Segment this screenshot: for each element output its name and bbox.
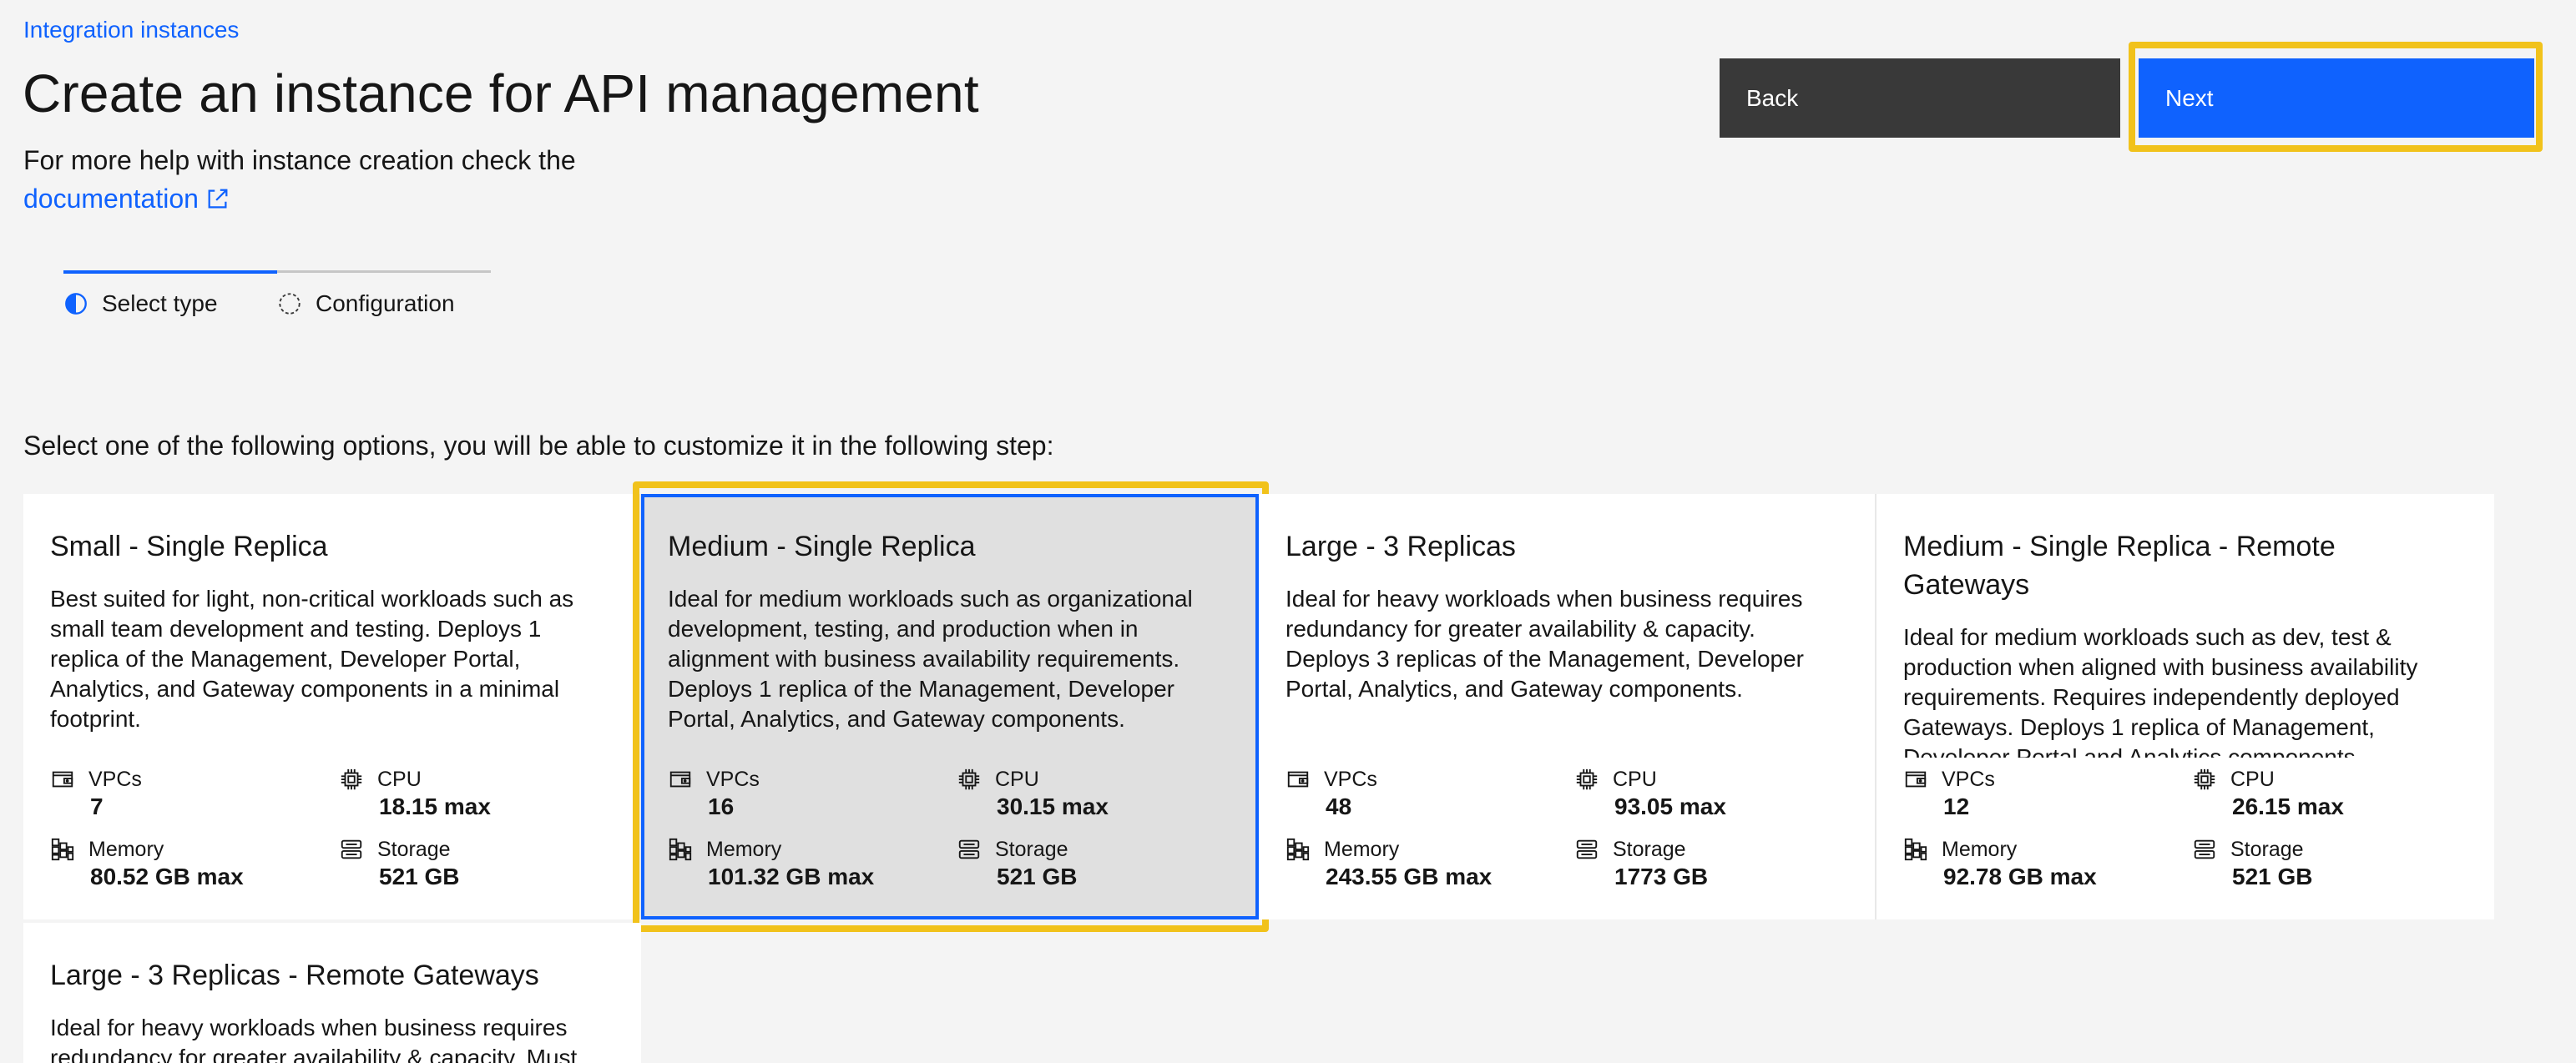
metric-storage: Storage 521 GB	[339, 836, 589, 891]
intro-text: Select one of the following options, you…	[23, 431, 1054, 461]
tile-description: Best suited for light, non-critical work…	[50, 586, 574, 732]
metric-storage: Storage 521 GB	[957, 836, 1207, 891]
metric-cpu: CPU 26.15 max	[2192, 766, 2442, 821]
memory-icon	[50, 837, 75, 862]
metric-label: VPCs	[1942, 768, 1995, 791]
step-label: Configuration	[316, 290, 455, 316]
metric-label: CPU	[1613, 768, 1657, 791]
metric-value: 30.15 max	[997, 793, 1109, 819]
metric-value: 243.55 GB max	[1326, 864, 1493, 889]
tile-medium-single-replica[interactable]: Medium - Single Replica Ideal for medium…	[641, 494, 1259, 919]
metric-label: CPU	[377, 768, 422, 791]
back-button-label: Back	[1746, 84, 1799, 111]
metric-label: Memory	[1942, 838, 2018, 861]
metric-label: Memory	[88, 838, 164, 861]
progress-fill	[63, 270, 277, 274]
documentation-link-label: documentation	[23, 184, 199, 214]
metric-label: CPU	[2230, 768, 2275, 791]
metric-vpcs: VPCs 16	[668, 766, 918, 821]
memory-icon	[1903, 837, 1928, 862]
metric-memory: Memory 243.55 GB max	[1285, 836, 1536, 891]
launch-icon	[205, 186, 230, 211]
dashed-circle-icon	[277, 291, 302, 316]
metric-label: VPCs	[1324, 768, 1377, 791]
metric-label: Storage	[995, 838, 1068, 861]
metric-value: 12	[1943, 793, 1970, 819]
metric-value: 101.32 GB max	[708, 864, 875, 889]
metric-memory: Memory 101.32 GB max	[668, 836, 918, 891]
next-button-label: Next	[2165, 84, 2214, 111]
breadcrumb-integration-instances[interactable]: Integration instances	[23, 15, 239, 45]
tile-title: Medium - Single Replica - Remote Gateway…	[1903, 531, 2336, 601]
documentation-link[interactable]: documentation	[23, 182, 230, 215]
metric-storage: Storage 1773 GB	[1574, 836, 1825, 891]
metric-label: Storage	[1613, 838, 1686, 861]
metric-label: VPCs	[706, 768, 760, 791]
incomplete-half-icon	[63, 291, 88, 316]
step-label: Select type	[102, 290, 218, 316]
memory-icon	[1285, 837, 1311, 862]
tile-small-single-replica[interactable]: Small - Single Replica Best suited for l…	[23, 494, 641, 919]
next-button[interactable]: Next	[2139, 58, 2534, 138]
storage-icon	[339, 837, 364, 862]
metric-label: Storage	[377, 838, 451, 861]
tile-title: Medium - Single Replica	[668, 531, 976, 562]
metric-value: 92.78 GB max	[1943, 864, 2097, 889]
metric-value: 1773 GB	[1614, 864, 1709, 889]
wallet-icon	[668, 767, 693, 792]
wallet-icon	[1903, 767, 1928, 792]
metric-value: 93.05 max	[1614, 793, 1726, 819]
metric-value: 18.15 max	[379, 793, 491, 819]
tile-large-3-replicas-remote-gateways[interactable]: Large - 3 Replicas - Remote Gateways Ide…	[23, 923, 641, 1063]
metric-label: CPU	[995, 768, 1039, 791]
metric-cpu: CPU 30.15 max	[957, 766, 1207, 821]
storage-icon	[1574, 837, 1599, 862]
tile-medium-single-replica-remote-gateways[interactable]: Medium - Single Replica - Remote Gateway…	[1876, 494, 2494, 919]
page-title: Create an instance for API management	[23, 63, 979, 123]
wallet-icon	[50, 767, 75, 792]
metric-value: 7	[90, 793, 104, 819]
tile-title: Large - 3 Replicas - Remote Gateways	[50, 960, 539, 991]
metric-memory: Memory 80.52 GB max	[50, 836, 301, 891]
metric-cpu: CPU 93.05 max	[1574, 766, 1825, 821]
metric-vpcs: VPCs 7	[50, 766, 301, 821]
metric-label: VPCs	[88, 768, 142, 791]
metric-value: 16	[708, 793, 735, 819]
chip-icon	[2192, 767, 2217, 792]
metric-label: Memory	[706, 838, 782, 861]
wallet-icon	[1285, 767, 1311, 792]
memory-icon	[668, 837, 693, 862]
metric-vpcs: VPCs 12	[1903, 766, 2154, 821]
tile-description: Ideal for medium workloads such as organ…	[668, 586, 1193, 732]
back-button[interactable]: Back	[1720, 58, 2120, 138]
help-text: For more help with instance creation che…	[23, 145, 576, 175]
metric-label: Storage	[2230, 838, 2304, 861]
metric-vpcs: VPCs 48	[1285, 766, 1536, 821]
metric-value: 26.15 max	[2232, 793, 2344, 819]
storage-icon	[2192, 837, 2217, 862]
tile-description: Ideal for medium workloads such as dev, …	[1903, 624, 2418, 758]
metric-label: Memory	[1324, 838, 1400, 861]
chip-icon	[339, 767, 364, 792]
metric-memory: Memory 92.78 GB max	[1903, 836, 2154, 891]
chip-icon	[957, 767, 982, 792]
metric-value: 80.52 GB max	[90, 864, 244, 889]
chip-icon	[1574, 767, 1599, 792]
tile-large-3-replicas[interactable]: Large - 3 Replicas Ideal for heavy workl…	[1259, 494, 1876, 919]
metric-value: 521 GB	[2232, 864, 2313, 889]
metric-value: 48	[1326, 793, 1352, 819]
tile-description: Ideal for heavy workloads when business …	[50, 1015, 578, 1063]
step-select-type[interactable]: Select type	[63, 287, 218, 320]
storage-icon	[957, 837, 982, 862]
metric-value: 521 GB	[379, 864, 460, 889]
progress-indicator: Select type Configuration	[63, 270, 491, 329]
metric-storage: Storage 521 GB	[2192, 836, 2442, 891]
metric-value: 521 GB	[997, 864, 1078, 889]
tile-description: Ideal for heavy workloads when business …	[1285, 586, 1805, 702]
step-configuration[interactable]: Configuration	[277, 287, 455, 320]
metric-cpu: CPU 18.15 max	[339, 766, 589, 821]
tile-title: Large - 3 Replicas	[1285, 531, 1516, 562]
tile-title: Small - Single Replica	[50, 531, 328, 562]
